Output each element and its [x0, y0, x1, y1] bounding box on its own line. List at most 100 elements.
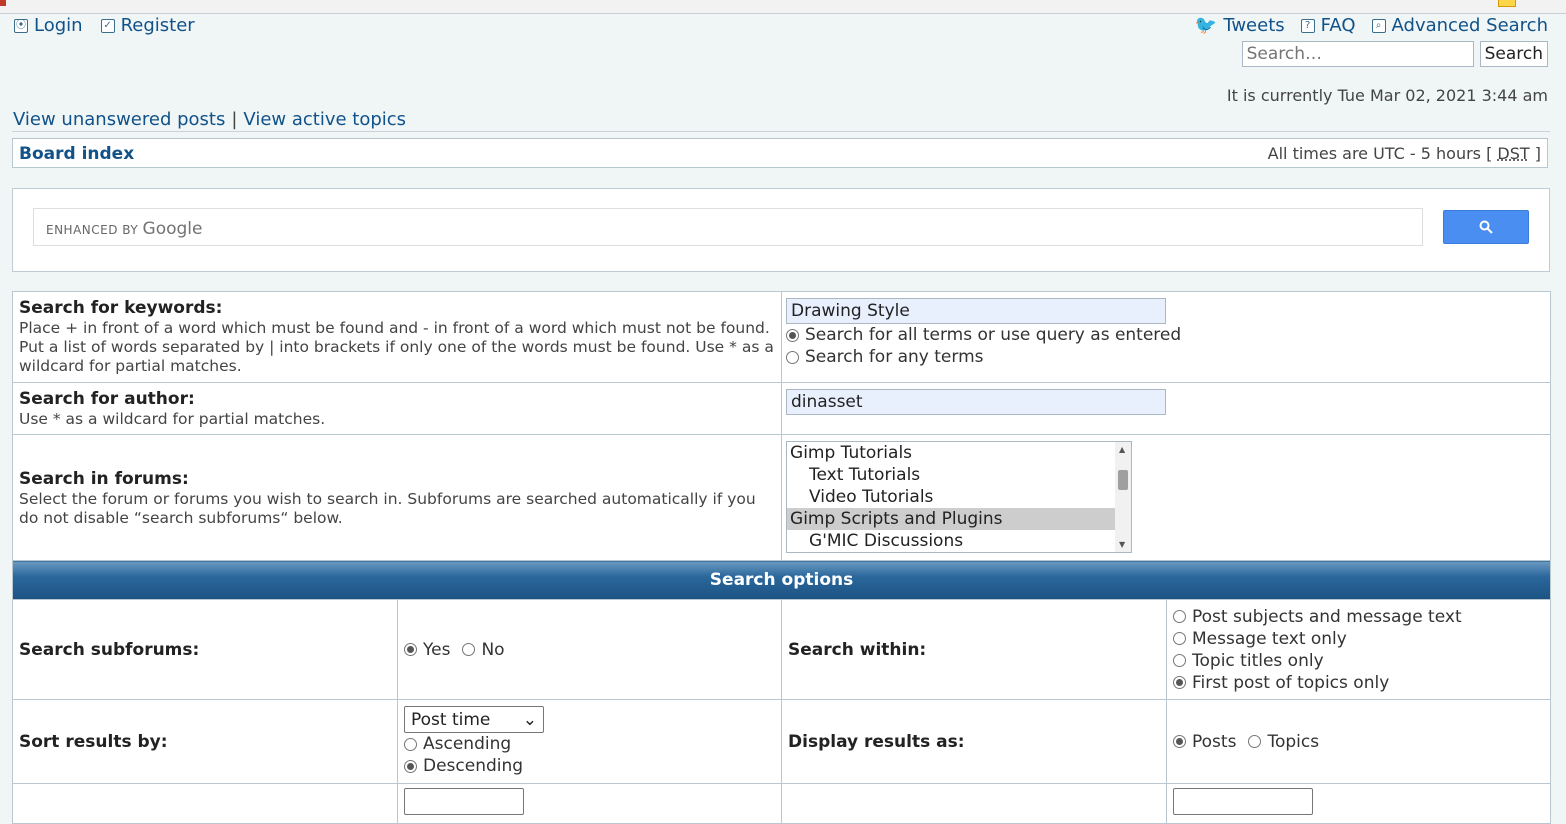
within-value-cell: Post subjects and message text Message t…: [1166, 599, 1552, 700]
advanced-search-link[interactable]: ⌕ Advanced Search: [1371, 15, 1548, 36]
within-option-label: First post of topics only: [1192, 672, 1390, 693]
browser-strip: [0, 0, 1566, 14]
subforums-value-cell: Yes No: [396, 599, 783, 700]
author-value-cell: [781, 382, 1552, 435]
ascending-option[interactable]: Ascending: [404, 733, 775, 755]
register-link[interactable]: ✓ Register: [100, 15, 195, 36]
google-branding: ENHANCED BY Google: [46, 219, 202, 239]
scroll-down-icon[interactable]: ▼: [1119, 540, 1125, 549]
faq-link[interactable]: ? FAQ: [1300, 15, 1356, 36]
terms-all-option[interactable]: Search for all terms or use query as ent…: [786, 324, 1546, 346]
quick-search-input[interactable]: [1241, 41, 1474, 67]
keywords-help: Place + in front of a word which must be…: [19, 319, 774, 375]
quick-search-button[interactable]: Search: [1479, 41, 1548, 67]
forums-title: Search in forums:: [19, 469, 189, 489]
forum-option[interactable]: Gimp Tutorials: [787, 442, 1115, 464]
display-posts-label: Posts: [1192, 731, 1237, 752]
forum-option[interactable]: G'MIC Discussions: [787, 530, 1131, 552]
within-option-selected[interactable]: First post of topics only: [1173, 672, 1544, 694]
subforums-yes-radio[interactable]: [404, 643, 417, 656]
folder-mark: [1498, 0, 1516, 7]
within-option[interactable]: Topic titles only: [1173, 650, 1544, 672]
within-radio[interactable]: [1173, 610, 1187, 623]
within-radio[interactable]: [1173, 676, 1187, 689]
listbox-scrollbar[interactable]: ▲ ▼: [1115, 442, 1132, 552]
unanswered-posts-link[interactable]: View unanswered posts: [13, 109, 225, 130]
divider: [12, 131, 1550, 132]
login-label: Login: [34, 15, 83, 36]
chevron-down-icon: ⌄: [522, 709, 537, 730]
display-topics-radio[interactable]: [1248, 735, 1262, 748]
within-radio[interactable]: [1173, 632, 1187, 645]
active-topics-link[interactable]: View active topics: [243, 109, 406, 130]
login-icon: ⦿: [14, 18, 28, 33]
display-label: Display results as:: [781, 699, 1168, 784]
sort-select-value: Post time: [411, 709, 491, 730]
favicon-mark: [0, 0, 6, 6]
subforums-row: Search subforums: Yes No Search within: …: [12, 599, 1552, 700]
forum-option[interactable]: Text Tutorials: [787, 464, 1131, 486]
descending-option[interactable]: Descending: [404, 755, 775, 777]
forums-row: Search in forums: Select the forum or fo…: [11, 434, 1552, 561]
display-posts-radio[interactable]: [1173, 735, 1187, 748]
search-form: Search for keywords: Place + in front of…: [11, 291, 1552, 824]
display-posts-option[interactable]: Posts: [1173, 731, 1236, 753]
sort-select[interactable]: Post time ⌄: [404, 706, 544, 733]
cut-off-select-cell: [1166, 783, 1552, 824]
sort-value-cell: Post time ⌄ Ascending Descending: [396, 699, 783, 784]
within-option-label: Topic titles only: [1192, 650, 1324, 671]
terms-any-radio[interactable]: [786, 350, 800, 364]
magnifier-icon: ⌕: [1371, 18, 1386, 33]
cut-off-select[interactable]: [1173, 788, 1314, 815]
forums-listbox[interactable]: Gimp Tutorials Text Tutorials Video Tuto…: [786, 441, 1133, 553]
keywords-title: Search for keywords:: [19, 298, 223, 318]
cut-off-label-cell: [12, 783, 398, 824]
search-options-header: Search options: [11, 560, 1552, 600]
terms-any-label: Search for any terms: [805, 347, 984, 367]
site-nav: 🐦 Tweets ? FAQ ⌕ Advanced Search: [1195, 15, 1548, 36]
terms-all-label: Search for all terms or use query as ent…: [805, 325, 1182, 345]
keywords-value-cell: Search for all terms or use query as ent…: [781, 291, 1552, 383]
subforums-no-option[interactable]: No: [462, 639, 505, 661]
scroll-thumb[interactable]: [1118, 470, 1129, 490]
next-row-partial: [12, 783, 1552, 824]
display-topics-option[interactable]: Topics: [1248, 731, 1319, 753]
keywords-label-cell: Search for keywords: Place + in front of…: [11, 291, 783, 383]
within-option[interactable]: Message text only: [1173, 628, 1544, 650]
within-label: Search within:: [781, 599, 1168, 700]
subforums-no-radio[interactable]: [462, 643, 476, 656]
board-index-link[interactable]: Board index: [19, 144, 134, 164]
author-row: Search for author: Use * as a wildcard f…: [11, 382, 1552, 435]
subforums-yes-option[interactable]: Yes: [404, 639, 450, 661]
tweets-label: Tweets: [1223, 15, 1285, 36]
login-link[interactable]: ⦿ Login: [14, 15, 83, 36]
author-input[interactable]: [786, 389, 1167, 415]
within-option-label: Post subjects and message text: [1192, 606, 1462, 627]
scroll-up-icon[interactable]: ▲: [1119, 445, 1125, 454]
terms-any-option[interactable]: Search for any terms: [786, 346, 1546, 368]
forums-help: Select the forum or forums you wish to s…: [19, 490, 756, 527]
forum-option[interactable]: Video Tutorials: [787, 486, 1131, 508]
ascending-radio[interactable]: [404, 737, 417, 751]
current-time: It is currently Tue Mar 02, 2021 3:44 am: [1226, 86, 1548, 105]
cut-off-select[interactable]: [404, 788, 524, 815]
within-option[interactable]: Post subjects and message text: [1173, 606, 1544, 628]
keywords-row: Search for keywords: Place + in front of…: [11, 291, 1552, 383]
timezone-suffix: ]: [1529, 144, 1541, 163]
enhanced-by-label: ENHANCED BY: [46, 223, 139, 237]
faq-label: FAQ: [1320, 15, 1356, 36]
forum-option-selected[interactable]: Gimp Scripts and Plugins: [787, 508, 1116, 530]
help-icon: ?: [1300, 18, 1315, 33]
forums-label-cell: Search in forums: Select the forum or fo…: [11, 434, 783, 561]
google-search-button[interactable]: [1443, 210, 1529, 244]
google-search-input[interactable]: ENHANCED BY Google: [33, 208, 1423, 246]
display-value-cell: Posts Topics: [1166, 699, 1552, 784]
options-header-row: Search options: [11, 560, 1552, 600]
terms-all-radio[interactable]: [786, 328, 800, 342]
descending-radio[interactable]: [404, 759, 417, 773]
twitter-bird-icon: 🐦: [1194, 15, 1218, 36]
tweets-link[interactable]: 🐦 Tweets: [1195, 15, 1285, 36]
forums-value-cell: Gimp Tutorials Text Tutorials Video Tuto…: [781, 434, 1552, 561]
within-radio[interactable]: [1173, 654, 1187, 667]
keywords-input[interactable]: [786, 298, 1167, 324]
